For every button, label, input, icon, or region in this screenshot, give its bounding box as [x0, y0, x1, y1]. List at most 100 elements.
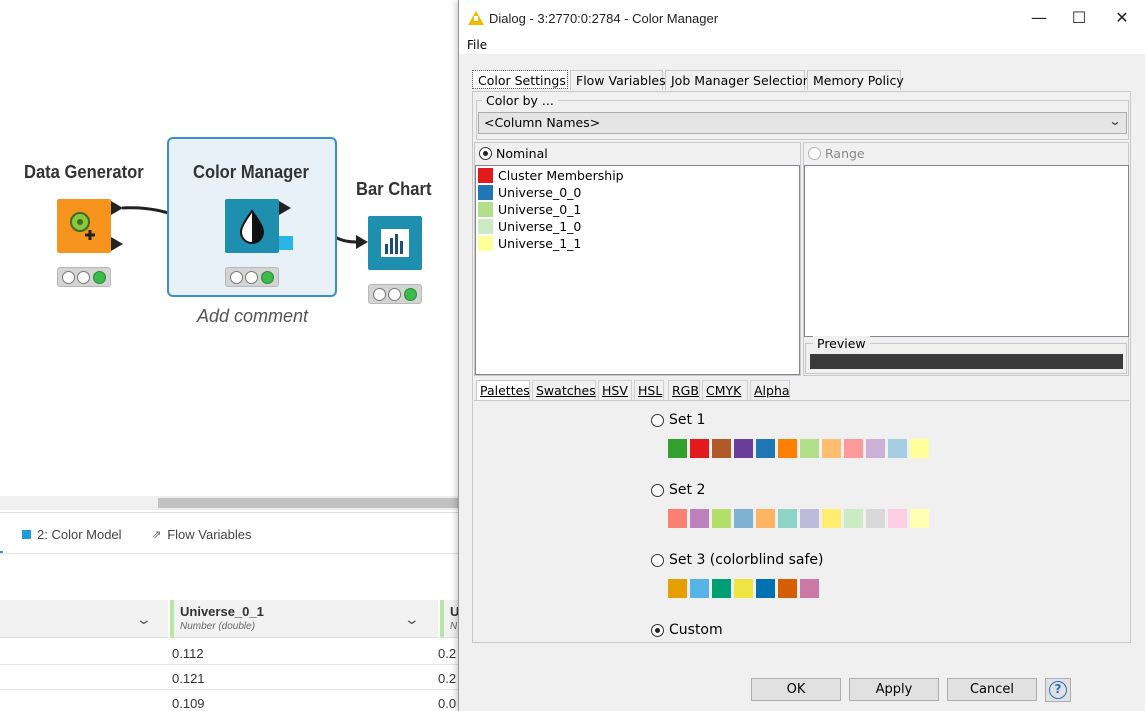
radio-disabled[interactable]	[808, 147, 821, 160]
nominal-values-list[interactable]: Cluster Membership Universe_0_0 Universe…	[475, 165, 800, 375]
swatch[interactable]	[822, 509, 841, 528]
swatch[interactable]	[756, 509, 775, 528]
swatch[interactable]	[712, 509, 731, 528]
swatch[interactable]	[866, 439, 885, 458]
swatch[interactable]	[910, 509, 929, 528]
palette-set3-swatches[interactable]	[668, 579, 819, 598]
list-item[interactable]: Universe_0_0	[478, 184, 581, 201]
nominal-radio[interactable]: Nominal	[479, 146, 548, 161]
close-button[interactable]: ✕	[1102, 6, 1142, 30]
tab-rgb[interactable]: RGB	[668, 380, 700, 400]
maximize-button[interactable]: ☐	[1059, 6, 1099, 30]
node-title-bar-chart[interactable]: Bar Chart	[356, 179, 431, 200]
input-port[interactable]	[356, 235, 368, 249]
tab-hsv[interactable]: HSV	[598, 380, 632, 400]
tab-cmyk[interactable]: CMYK	[702, 380, 748, 400]
swatch[interactable]	[800, 509, 819, 528]
swatch[interactable]	[866, 509, 885, 528]
swatch[interactable]	[712, 579, 731, 598]
color-manager-icon[interactable]	[225, 199, 279, 253]
radio-unselected[interactable]	[651, 483, 664, 497]
swatch[interactable]	[668, 579, 687, 598]
table-row[interactable]: 0.112 0.2	[0, 640, 460, 665]
swatch[interactable]	[734, 439, 753, 458]
list-item[interactable]: Universe_1_0	[478, 218, 581, 235]
tab-job-manager-selection[interactable]: Job Manager Selection	[665, 70, 811, 90]
swatch[interactable]	[778, 509, 797, 528]
list-item[interactable]: Universe_1_1	[478, 235, 581, 252]
output-port-color-model[interactable]	[279, 236, 293, 250]
swatch[interactable]	[800, 579, 819, 598]
list-item[interactable]: Cluster Membership	[478, 167, 624, 184]
palette-set3-radio[interactable]: Set 3 (colorblind safe)	[651, 552, 824, 568]
palette-set2-radio[interactable]: Set 2	[651, 482, 705, 498]
data-generator-icon[interactable]	[57, 199, 111, 253]
tab-color-model[interactable]: 2: Color Model	[22, 527, 122, 542]
swatch[interactable]	[888, 509, 907, 528]
column-header-universe-0-1[interactable]: Universe_0_1 Number (double) ⌄	[170, 600, 438, 638]
radio-unselected[interactable]	[651, 413, 664, 427]
swatch[interactable]	[756, 579, 775, 598]
table-row[interactable]: 0.109 0.0	[0, 690, 460, 711]
swatch[interactable]	[844, 439, 863, 458]
cancel-button[interactable]: Cancel	[947, 678, 1037, 701]
column-header-next[interactable]: U N	[440, 600, 460, 638]
node-title-color-manager[interactable]: Color Manager	[193, 162, 309, 183]
dialog-titlebar[interactable]: Dialog - 3:2770:0:2784 - Color Manager —…	[459, 0, 1145, 36]
help-button[interactable]: ?	[1045, 678, 1071, 702]
swatch[interactable]	[690, 579, 709, 598]
radio-unselected[interactable]	[651, 553, 664, 567]
swatch[interactable]	[910, 439, 929, 458]
swatch[interactable]	[822, 439, 841, 458]
swatch[interactable]	[690, 509, 709, 528]
tab-memory-policy[interactable]: Memory Policy	[807, 70, 904, 90]
table-row[interactable]: 0.121 0.2	[0, 665, 460, 690]
node-title-data-generator[interactable]: Data Generator	[24, 162, 144, 183]
column-header[interactable]: ⌄	[0, 600, 168, 638]
tab-alpha[interactable]: Alpha	[750, 380, 790, 400]
swatch[interactable]	[690, 439, 709, 458]
ok-button[interactable]: OK	[751, 678, 841, 701]
swatch[interactable]	[668, 439, 687, 458]
scrollbar-thumb[interactable]	[158, 498, 460, 508]
menu-file[interactable]: File	[467, 38, 487, 52]
swatch[interactable]	[844, 509, 863, 528]
palette-set1-radio[interactable]: Set 1	[651, 412, 705, 428]
palette-custom-radio[interactable]: Custom	[651, 622, 723, 638]
range-values-list[interactable]	[804, 165, 1129, 337]
radio-selected[interactable]	[479, 147, 492, 160]
tab-swatches[interactable]: Swatches	[532, 380, 596, 400]
bar-chart-icon[interactable]	[368, 216, 422, 270]
swatch[interactable]	[734, 579, 753, 598]
palette-set2-swatches[interactable]	[668, 509, 929, 528]
tab-hsl[interactable]: HSL	[634, 380, 664, 400]
output-port-1[interactable]	[111, 201, 123, 215]
swatch[interactable]	[712, 439, 731, 458]
swatch[interactable]	[734, 509, 753, 528]
swatch[interactable]	[800, 439, 819, 458]
swatch[interactable]	[888, 439, 907, 458]
minimize-button[interactable]: —	[1019, 6, 1059, 30]
color-by-select[interactable]: <Column Names> ⌄	[478, 112, 1127, 134]
canvas-horizontal-scrollbar[interactable]	[0, 496, 460, 510]
swatch[interactable]	[778, 579, 797, 598]
range-radio[interactable]: Range	[808, 146, 865, 161]
swatch[interactable]	[778, 439, 797, 458]
swatch[interactable]	[756, 439, 775, 458]
chevron-down-icon[interactable]: ⌄	[1108, 114, 1121, 128]
list-item[interactable]: Universe_0_1	[478, 201, 581, 218]
swatch[interactable]	[668, 509, 687, 528]
tab-flow-variables[interactable]: ⇗ Flow Variables	[152, 527, 252, 542]
tab-color-settings[interactable]: Color Settings	[472, 70, 568, 89]
chevron-down-icon[interactable]: ⌄	[404, 612, 420, 628]
tab-flow-variables[interactable]: Flow Variables	[570, 70, 666, 90]
tab-palettes[interactable]: Palettes	[476, 380, 530, 400]
add-comment-label[interactable]: Add comment	[197, 306, 308, 327]
output-port-2[interactable]	[111, 237, 123, 251]
output-port-data[interactable]	[279, 201, 291, 215]
workflow-canvas[interactable]: Data Generator Color Manager Add comment…	[0, 0, 460, 496]
radio-selected[interactable]	[651, 623, 664, 637]
apply-button[interactable]: Apply	[849, 678, 939, 701]
palette-set1-swatches[interactable]	[668, 439, 929, 458]
chevron-down-icon[interactable]: ⌄	[136, 612, 152, 628]
